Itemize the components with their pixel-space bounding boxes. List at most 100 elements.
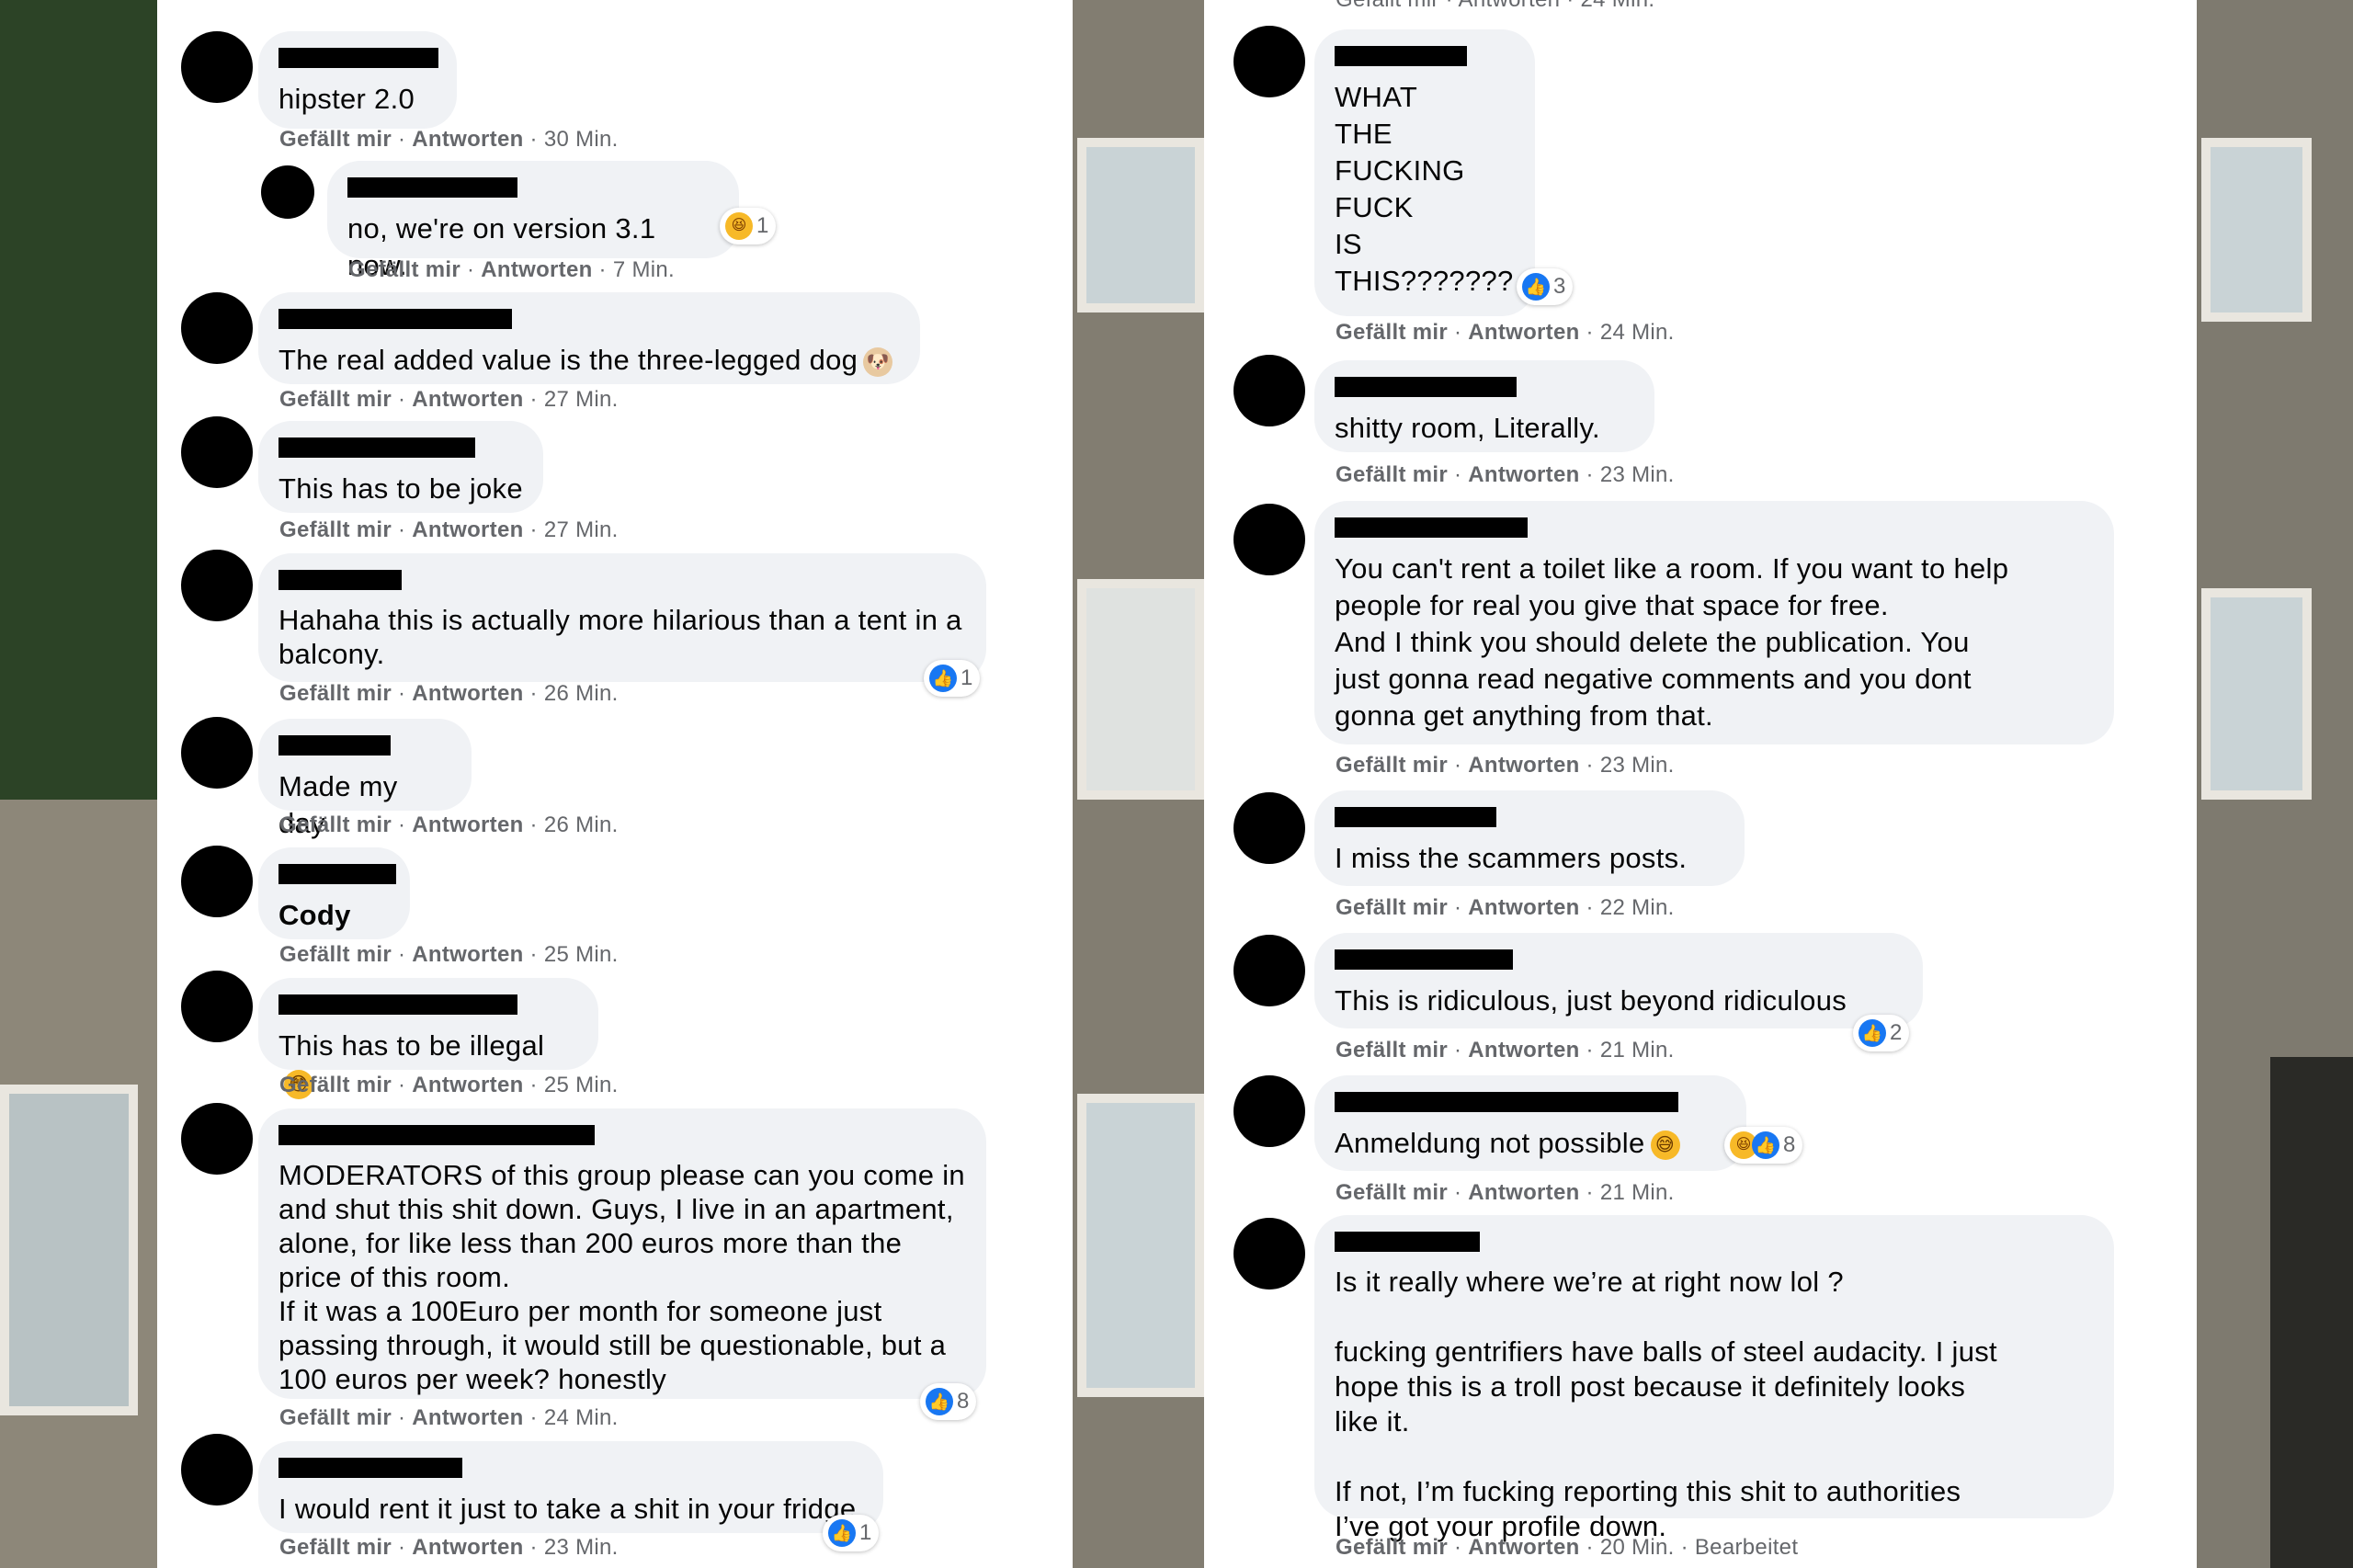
comment-bubble: I miss the scammers posts. bbox=[1314, 790, 1745, 886]
avatar[interactable] bbox=[181, 1103, 253, 1175]
reply-link[interactable]: Antworten bbox=[412, 387, 523, 412]
avatar[interactable] bbox=[181, 550, 253, 621]
reply-link[interactable]: Antworten bbox=[1468, 320, 1579, 345]
reply-link[interactable]: Antworten bbox=[412, 127, 523, 152]
avatar[interactable] bbox=[1233, 504, 1305, 575]
like-link[interactable]: Gefällt mir bbox=[348, 257, 460, 282]
reaction-count: 2 bbox=[1890, 1020, 1903, 1045]
comment-bubble: hipster 2.0 bbox=[258, 31, 457, 129]
like-icon: 👍 bbox=[1752, 1131, 1779, 1159]
avatar[interactable] bbox=[1233, 355, 1305, 426]
comment-meta: Gefällt mir · Antworten · 21 Min. bbox=[1336, 1180, 1675, 1205]
comment-text: This has to be joke bbox=[278, 472, 523, 505]
comment-bubble: I would rent it just to take a shit in y… bbox=[258, 1441, 883, 1533]
reply-link[interactable]: Antworten bbox=[412, 1535, 523, 1560]
avatar[interactable] bbox=[181, 971, 253, 1042]
comment-meta: Gefällt mir · Antworten · 7 Min. bbox=[348, 257, 675, 282]
like-link[interactable]: Gefällt mir bbox=[279, 1535, 392, 1560]
reaction-count: 1 bbox=[859, 1520, 872, 1545]
reply-link[interactable]: Antworten bbox=[1468, 1038, 1579, 1062]
reaction-badge[interactable]: 👍 8 bbox=[920, 1383, 977, 1420]
reply-link[interactable]: Antworten bbox=[1468, 895, 1579, 920]
haha-icon: 😆 bbox=[725, 212, 753, 240]
like-link[interactable]: Gefällt mir bbox=[279, 1405, 392, 1430]
comment-bubble: Cody bbox=[258, 847, 410, 939]
reply-link[interactable]: Antworten bbox=[412, 681, 523, 706]
like-link[interactable]: Gefällt mir bbox=[1336, 1038, 1448, 1062]
timestamp: 25 Min. bbox=[543, 942, 619, 967]
reply-link[interactable]: Antworten bbox=[1468, 753, 1579, 778]
like-link[interactable]: Gefällt mir bbox=[1336, 895, 1448, 920]
timestamp: 25 Min. bbox=[543, 1073, 619, 1097]
grinning-sweat-icon: 😅 bbox=[1650, 1130, 1680, 1160]
reply-link[interactable]: Antworten bbox=[412, 812, 523, 837]
redacted-name bbox=[278, 48, 438, 68]
redacted-name bbox=[278, 309, 512, 329]
comment-text: Cody bbox=[278, 899, 351, 931]
avatar[interactable] bbox=[1233, 1075, 1305, 1147]
reply-link[interactable]: Antworten bbox=[1468, 462, 1579, 487]
avatar[interactable] bbox=[181, 292, 253, 364]
comment-bubble: MODERATORS of this group please can you … bbox=[258, 1108, 986, 1399]
like-icon: 👍 bbox=[828, 1519, 856, 1547]
reaction-badge[interactable]: 👍 1 bbox=[823, 1515, 880, 1551]
comment-text: This is ridiculous, just beyond ridiculo… bbox=[1335, 984, 1847, 1017]
like-link[interactable]: Gefällt mir bbox=[1336, 753, 1448, 778]
avatar[interactable] bbox=[261, 165, 314, 219]
like-link[interactable]: Gefällt mir bbox=[279, 681, 392, 706]
avatar[interactable] bbox=[181, 846, 253, 917]
comment-bubble: Is it really where we’re at right now lo… bbox=[1314, 1215, 2114, 1542]
comment-meta: Gefällt mir · Antworten · 20 Min. · Bear… bbox=[1336, 1535, 1799, 1560]
comment-text: Is it really where we’re at right now lo… bbox=[1335, 1266, 1997, 1542]
redacted-name bbox=[347, 177, 517, 198]
comment-text: MODERATORS of this group please can you … bbox=[278, 1159, 965, 1395]
reply-link[interactable]: Antworten bbox=[1468, 1180, 1579, 1205]
like-link[interactable]: Gefällt mir bbox=[1336, 462, 1448, 487]
reaction-badge[interactable]: 👍 1 bbox=[924, 660, 981, 697]
reply-link[interactable]: Antworten bbox=[412, 1073, 523, 1097]
reaction-count: 3 bbox=[1553, 274, 1566, 299]
like-link[interactable]: Gefällt mir bbox=[279, 1073, 392, 1097]
avatar[interactable] bbox=[181, 1434, 253, 1506]
timestamp: 23 Min. bbox=[1599, 753, 1675, 778]
timestamp: 23 Min. bbox=[1599, 462, 1675, 487]
like-icon: 👍 bbox=[929, 665, 957, 692]
reaction-badge[interactable]: 👍 3 bbox=[1517, 268, 1574, 305]
like-link[interactable]: Gefällt mir bbox=[1336, 320, 1448, 345]
comment-meta: Gefällt mir · Antworten · 27 Min. bbox=[279, 387, 619, 412]
like-link[interactable]: Gefällt mir bbox=[1336, 1180, 1448, 1205]
reaction-count: 8 bbox=[957, 1389, 970, 1414]
timestamp: 24 Min. bbox=[1599, 320, 1675, 345]
reply-link[interactable]: Antworten bbox=[481, 257, 592, 282]
redacted-name bbox=[1335, 1092, 1678, 1112]
reaction-count: 8 bbox=[1783, 1132, 1796, 1157]
like-link[interactable]: Gefällt mir bbox=[279, 517, 392, 542]
comment-bubble: The real added value is the three-legged… bbox=[258, 292, 920, 384]
reply-link[interactable]: Antworten bbox=[412, 517, 523, 542]
avatar[interactable] bbox=[1233, 1218, 1305, 1290]
reply-link[interactable]: Antworten bbox=[1468, 1535, 1579, 1560]
avatar[interactable] bbox=[181, 31, 253, 103]
like-link[interactable]: Gefällt mir bbox=[279, 387, 392, 412]
comment-meta: Gefällt mir · Antworten · 23 Min. bbox=[1336, 462, 1675, 487]
reaction-badge[interactable]: 😆 👍 8 bbox=[1724, 1127, 1803, 1164]
like-link[interactable]: Gefällt mir bbox=[279, 812, 392, 837]
timestamp: 7 Min. bbox=[612, 257, 675, 282]
like-link[interactable]: Gefällt mir bbox=[279, 127, 392, 152]
reaction-badge[interactable]: 😆 1 bbox=[720, 208, 777, 244]
building-window bbox=[1077, 579, 1204, 800]
like-link[interactable]: Gefällt mir bbox=[279, 942, 392, 967]
reply-link[interactable]: Antworten bbox=[412, 1405, 523, 1430]
like-link[interactable]: Gefällt mir bbox=[1336, 1535, 1448, 1560]
timestamp: 30 Min. bbox=[543, 127, 619, 152]
avatar[interactable] bbox=[181, 416, 253, 488]
avatar[interactable] bbox=[1233, 935, 1305, 1006]
redacted-name bbox=[1335, 517, 1528, 538]
avatar[interactable] bbox=[181, 717, 253, 789]
like-icon: 👍 bbox=[1522, 273, 1550, 301]
avatar[interactable] bbox=[1233, 792, 1305, 864]
comment-meta: Gefällt mir · Antworten · 24 Min. bbox=[279, 1405, 619, 1430]
avatar[interactable] bbox=[1233, 26, 1305, 97]
reaction-badge[interactable]: 👍 2 bbox=[1853, 1015, 1910, 1051]
reply-link[interactable]: Antworten bbox=[412, 942, 523, 967]
